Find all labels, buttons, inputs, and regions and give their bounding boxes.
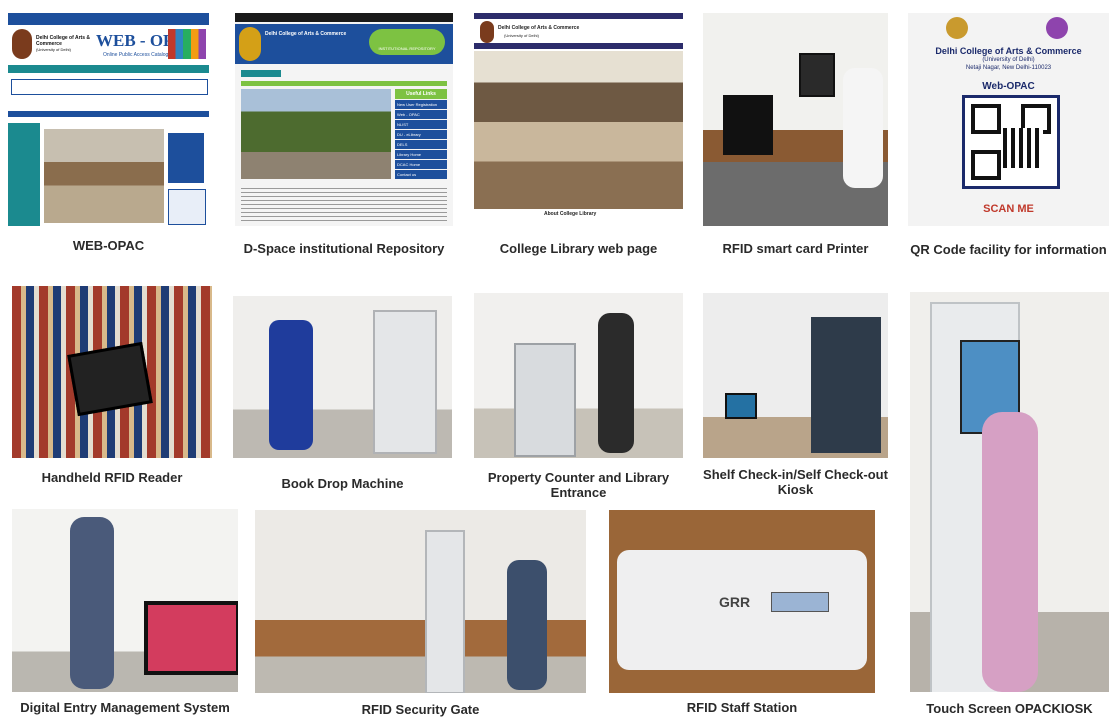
dspace-top-bar [235, 13, 453, 22]
qr-univ: (University of Delhi) [982, 57, 1035, 63]
caption-shelf-kiosk: Shelf Check-in/Self Check-out Kiosk [703, 467, 888, 497]
college-web-library-photo [474, 51, 683, 209]
book-drop-image [233, 296, 452, 458]
caption-book-drop: Book Drop Machine [281, 476, 404, 491]
staff-station-logo: GRR [719, 594, 751, 610]
qr-poster-image: Delhi College of Arts & Commerce (Univer… [908, 13, 1109, 226]
college-web-image: Delhi College of Arts & Commerce (Univer… [474, 13, 683, 226]
caption-handheld: Handheld RFID Reader [41, 470, 183, 485]
staff-station-image: GRR [609, 510, 875, 693]
opac-search-input[interactable] [11, 79, 208, 95]
book-drop-machine [373, 310, 437, 454]
opac-library-photo [44, 129, 164, 223]
college-web-about: About College Library [544, 211, 597, 217]
touch-kiosk-image [910, 292, 1109, 692]
college-logo-icon [946, 17, 968, 39]
dspace-image: Delhi College of Arts & Commerce INSTITU… [235, 13, 453, 226]
caption-digital-entry: Digital Entry Management System [20, 700, 230, 715]
caption-dspace: D-Space institutional Repository [243, 241, 445, 256]
monitor-screen [799, 53, 835, 97]
caption-college-web: College Library web page [499, 241, 658, 256]
dspace-link-item[interactable]: NLIST [395, 120, 447, 129]
dspace-link-item[interactable]: DU - eLibrary [395, 130, 447, 139]
opac-info-box [168, 189, 206, 225]
qr-label: Web-OPAC [982, 81, 1035, 92]
qr-code-icon [962, 95, 1060, 189]
dspace-link-item[interactable]: Library Home [395, 150, 447, 159]
opac-section-bar [8, 111, 209, 117]
opac-college-name: Delhi College of Arts & Commerce [36, 35, 90, 47]
dspace-links-list: New User Registration Web - OPAC NLIST D… [395, 100, 447, 180]
opac-sidebar [8, 123, 40, 226]
caption-web-opac: WEB-OPAC [72, 238, 145, 253]
digital-entry-image [12, 509, 238, 692]
dspace-link-item[interactable]: DCAC Home [395, 160, 447, 169]
dspace-useful-links-title: Useful Links [406, 91, 436, 97]
handheld-reader-image [12, 286, 212, 458]
card-printer-device [723, 95, 773, 155]
person-standing [70, 517, 114, 689]
dspace-logo-icon [239, 27, 261, 61]
opac-nav-bar [8, 65, 209, 73]
opac-top-bar [8, 13, 209, 25]
web-opac-image: Delhi College of Arts & Commerce (Univer… [8, 13, 209, 226]
dspace-campus-photo [241, 89, 391, 179]
caption-qr-code: QR Code facility for information [910, 242, 1107, 257]
staff-station-pad [617, 550, 867, 670]
college-logo-icon [12, 29, 32, 59]
opac-college-sub: (University of Delhi) [36, 47, 71, 52]
qr-college: Delhi College of Arts & Commerce [935, 46, 1082, 56]
university-logo-icon [1046, 17, 1068, 39]
dspace-link-item[interactable]: Web - OPAC [395, 110, 447, 119]
dspace-header-title: Delhi College of Arts & Commerce [265, 31, 347, 37]
person-standing [269, 320, 313, 450]
property-counter-image [474, 293, 683, 458]
college-web-title: Delhi College of Arts & Commerce [498, 25, 580, 31]
monitor-screen [725, 393, 757, 419]
shelf-cabinet [811, 317, 881, 453]
books-icon [168, 29, 206, 59]
security-gate-image [255, 510, 586, 693]
rfid-printer-image [703, 13, 888, 226]
qr-address: Netaji Nagar, New Delhi-110023 [965, 65, 1052, 71]
caption-staff-station: RFID Staff Station [686, 700, 798, 715]
dspace-badge: INSTITUTIONAL REPOSITORY [369, 29, 445, 55]
counter-kiosk [514, 343, 576, 457]
dspace-link-item[interactable]: DELS [395, 140, 447, 149]
caption-security-gate: RFID Security Gate [361, 702, 480, 717]
college-web-top-bar [474, 13, 683, 19]
person-standing [507, 560, 547, 690]
opac-subtitle: Online Public Access Catalog [103, 52, 169, 58]
opac-login-box [168, 133, 204, 183]
gate-panel [425, 530, 465, 693]
college-web-logo-icon [480, 21, 494, 43]
person-standing [982, 412, 1038, 692]
shelf-kiosk-image [703, 293, 888, 458]
caption-rfid-printer: RFID smart card Printer [722, 241, 869, 256]
qr-scan: SCAN ME [983, 203, 1034, 215]
person-standing [598, 313, 634, 453]
caption-property-counter: Property Counter and Library Entrance [487, 470, 670, 500]
college-web-sub: (University of Delhi) [504, 33, 539, 38]
dspace-link-item[interactable]: Contact us [395, 170, 447, 179]
college-web-nav [474, 43, 683, 49]
dspace-body-text [241, 185, 447, 221]
dspace-green-bar [241, 81, 447, 86]
entry-monitor [144, 601, 238, 675]
id-card-icon [771, 592, 829, 612]
caption-touch-kiosk: Touch Screen OPACKIOSK [926, 701, 1093, 716]
person-seated [843, 68, 883, 188]
dspace-useful-links-header: Useful Links [395, 89, 447, 99]
dspace-browse-button[interactable] [241, 70, 281, 77]
handheld-device [67, 341, 153, 417]
dspace-link-item[interactable]: New User Registration [395, 100, 447, 109]
